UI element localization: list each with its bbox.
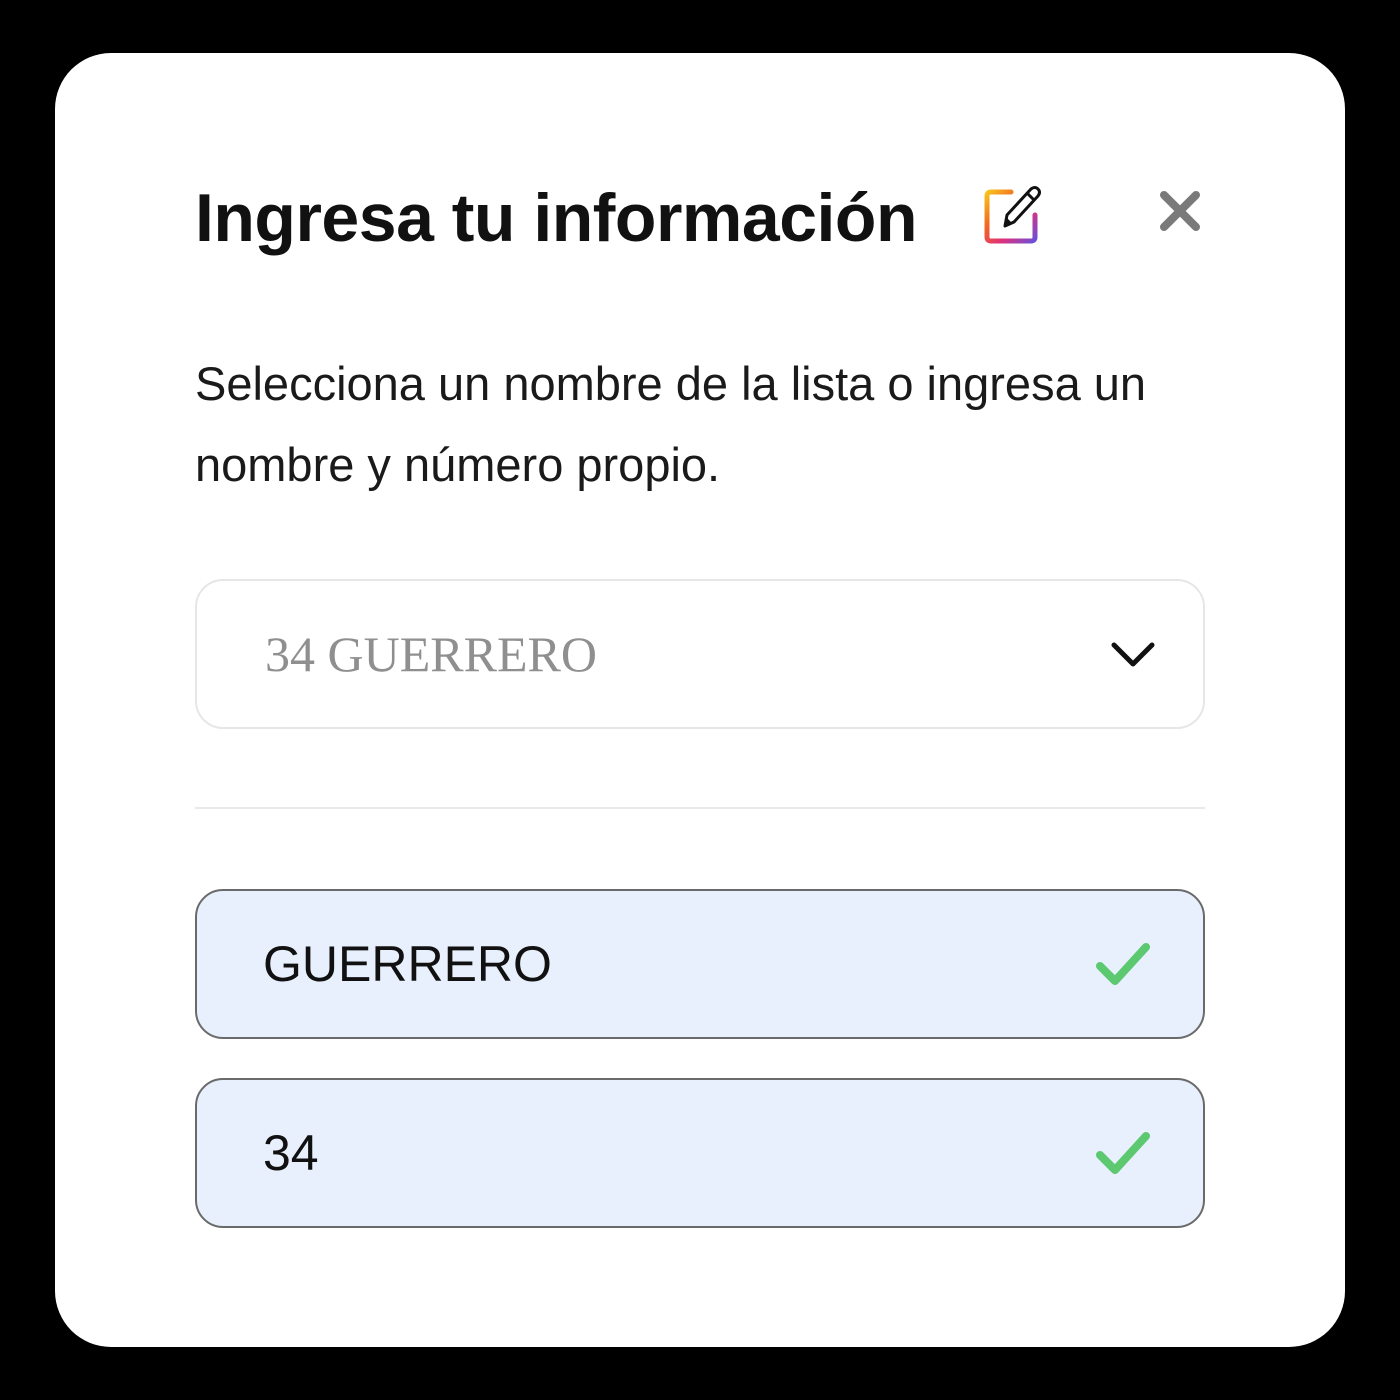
- check-icon: [1096, 1132, 1150, 1174]
- number-field: [195, 1078, 1205, 1228]
- close-button[interactable]: [1147, 178, 1213, 244]
- section-divider: [195, 807, 1205, 809]
- info-modal: Ingresa tu información Selecciona un nom…: [55, 53, 1345, 1347]
- select-value: 34 GUERRERO: [265, 626, 597, 682]
- name-select-dropdown[interactable]: 34 GUERRERO: [195, 579, 1205, 729]
- modal-description: Selecciona un nombre de la lista o ingre…: [195, 357, 1147, 491]
- memo-pencil-icon: [984, 186, 1041, 244]
- chevron-down-icon: [1111, 642, 1155, 667]
- name-field: [195, 889, 1205, 1039]
- check-icon: [1096, 943, 1150, 985]
- close-icon: [1160, 191, 1200, 231]
- modal-title: Ingresa tu información: [195, 180, 918, 256]
- name-input[interactable]: [263, 891, 1063, 1037]
- number-input[interactable]: [263, 1080, 1063, 1226]
